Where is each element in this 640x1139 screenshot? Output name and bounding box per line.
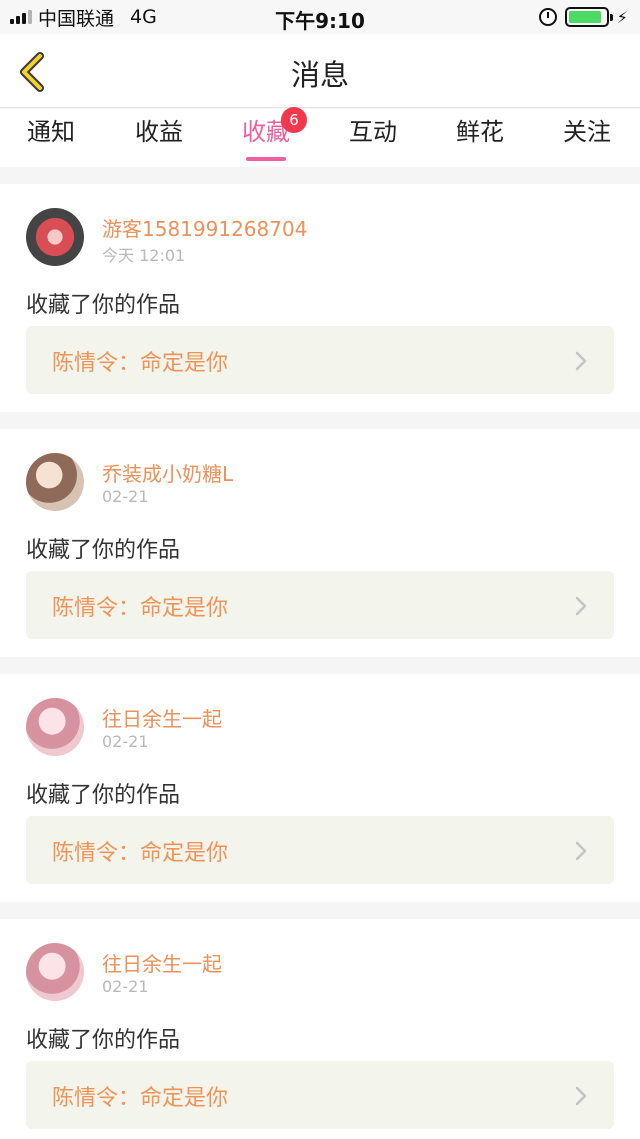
work-link[interactable]: 陈情令：命定是你 bbox=[26, 571, 614, 639]
username[interactable]: 乔装成小奶糖L bbox=[102, 458, 233, 487]
tab-label: 关注 bbox=[563, 118, 611, 146]
username[interactable]: 往日余生一起 bbox=[102, 948, 222, 977]
tab-flowers[interactable]: 鲜花 bbox=[435, 115, 525, 161]
tab-notifications[interactable]: 通知 bbox=[6, 115, 96, 161]
tab-label: 通知 bbox=[27, 118, 75, 146]
tab-label: 鲜花 bbox=[456, 118, 504, 146]
tab-favorites[interactable]: 收藏 6 bbox=[221, 107, 311, 161]
page-title: 消息 bbox=[290, 58, 349, 92]
message-time: 02-21 bbox=[102, 487, 149, 506]
avatar[interactable] bbox=[26, 208, 84, 266]
work-title: 陈情令：命定是你 bbox=[52, 1086, 229, 1111]
username[interactable]: 游客1581991268704 bbox=[102, 213, 307, 242]
message-card: 往日余生一起 02-21 收藏了你的作品 陈情令：命定是你 bbox=[0, 919, 640, 1139]
charging-icon: ⚡ bbox=[616, 7, 628, 27]
chevron-right-icon bbox=[575, 841, 587, 861]
avatar[interactable] bbox=[26, 698, 84, 756]
tab-follows[interactable]: 关注 bbox=[542, 115, 632, 161]
avatar[interactable] bbox=[26, 943, 84, 1001]
battery-icon bbox=[564, 7, 613, 27]
tab-label: 互动 bbox=[349, 118, 397, 146]
message-action: 收藏了你的作品 bbox=[26, 1028, 181, 1053]
header: 消息 bbox=[0, 34, 640, 108]
work-title: 陈情令：命定是你 bbox=[52, 841, 229, 866]
avatar[interactable] bbox=[26, 453, 84, 511]
message-action: 收藏了你的作品 bbox=[26, 293, 181, 318]
work-title: 陈情令：命定是你 bbox=[52, 351, 229, 376]
message-card: 往日余生一起 02-21 收藏了你的作品 陈情令：命定是你 bbox=[0, 674, 640, 902]
status-right: ⚡ bbox=[538, 6, 628, 28]
battery-level bbox=[568, 11, 602, 23]
message-card: 游客1581991268704 今天 12:01 收藏了你的作品 陈情令：命定是… bbox=[0, 184, 640, 412]
chevron-right-icon bbox=[575, 596, 587, 616]
work-link[interactable]: 陈情令：命定是你 bbox=[26, 1061, 614, 1129]
unread-badge: 6 bbox=[281, 107, 307, 133]
alarm-icon bbox=[538, 8, 557, 26]
message-card: 乔装成小奶糖L 02-21 收藏了你的作品 陈情令：命定是你 bbox=[0, 429, 640, 657]
work-link[interactable]: 陈情令：命定是你 bbox=[26, 816, 614, 884]
message-action: 收藏了你的作品 bbox=[26, 538, 181, 563]
message-action: 收藏了你的作品 bbox=[26, 783, 181, 808]
message-time: 02-21 bbox=[102, 977, 149, 996]
tab-label: 收益 bbox=[135, 118, 183, 146]
active-tab-indicator bbox=[246, 157, 286, 161]
message-time: 02-21 bbox=[102, 732, 149, 751]
tab-interactions[interactable]: 互动 bbox=[328, 115, 418, 161]
username[interactable]: 往日余生一起 bbox=[102, 703, 222, 732]
message-time: 今天 12:01 bbox=[102, 246, 186, 265]
chevron-right-icon bbox=[575, 351, 587, 371]
tab-earnings[interactable]: 收益 bbox=[114, 115, 204, 161]
chevron-right-icon bbox=[575, 1086, 587, 1106]
tab-bar: 通知 收益 收藏 6 互动 鲜花 关注 bbox=[0, 107, 640, 167]
work-title: 陈情令：命定是你 bbox=[52, 596, 229, 621]
status-bar: 中国联通 4G 下午9:10 ⚡ bbox=[0, 0, 640, 34]
work-link[interactable]: 陈情令：命定是你 bbox=[26, 326, 614, 394]
